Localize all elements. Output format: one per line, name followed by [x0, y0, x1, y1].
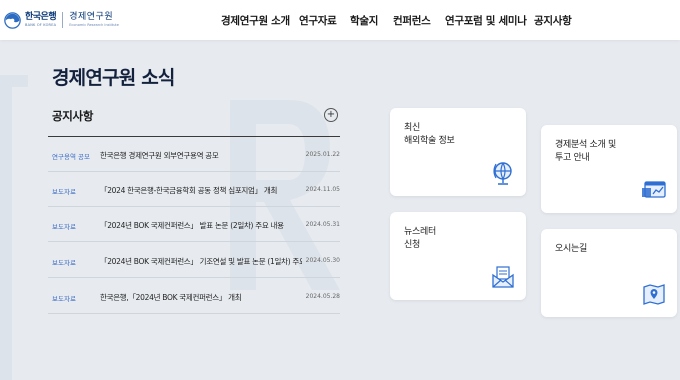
site-header: 한국은행 BANK OF KOREA 경제연구원 Economic Resear… [0, 0, 680, 40]
logo-divider [62, 12, 64, 28]
notice-category: 연구용역 공모 [52, 153, 90, 161]
notice-heading: 공지사항 [52, 109, 94, 123]
notice-more-button[interactable]: + [324, 108, 338, 122]
card-newsletter-subscribe[interactable]: 뉴스레터 신청 [390, 212, 526, 300]
notice-category: 보도자료 [52, 295, 76, 303]
notice-category: 보도자료 [52, 259, 76, 267]
notice-title[interactable]: 「2024년 BOK 국제컨퍼런스」 발표 논문 (2일차) 주요 내용 [100, 220, 302, 231]
notice-date: 2025.01.22 [305, 151, 340, 158]
notice-date: 2024.05.28 [305, 293, 340, 300]
notice-date: 2024.11.05 [305, 186, 340, 193]
card-economic-analysis-submission[interactable]: 경제분석 소개 및 투고 안내 [541, 125, 677, 213]
logo-bank-en: BANK OF KOREA [25, 22, 57, 27]
notice-date: 2024.05.30 [305, 257, 340, 264]
nav-item-journal[interactable]: 학술지 [350, 13, 378, 28]
notice-row[interactable]: 보도자료 「2024년 BOK 국제컨퍼런스」 발표 논문 (2일차) 주요 내… [48, 207, 340, 242]
nav-item-research[interactable]: 연구자료 [299, 13, 337, 28]
notice-title[interactable]: 한국은행,「2024년 BOK 국제컨퍼런스」 개최 [100, 292, 302, 303]
notice-row[interactable]: 보도자료 한국은행,「2024년 BOK 국제컨퍼런스」 개최 2024.05.… [48, 279, 340, 314]
notice-date: 2024.05.31 [305, 221, 340, 228]
page-title: 경제연구원 소식 [52, 67, 175, 89]
notice-category: 보도자료 [52, 188, 76, 196]
logo-institute-name: 경제연구원 [69, 11, 114, 22]
nav-item-about[interactable]: 경제연구원 소개 [221, 13, 290, 28]
card-label: 경제분석 소개 및 투고 안내 [555, 140, 616, 163]
logo[interactable]: 한국은행 BANK OF KOREA 경제연구원 Economic Resear… [4, 9, 119, 31]
card-label: 오시는길 [555, 244, 587, 254]
nav-item-forum-seminar[interactable]: 연구포럼 및 세미나 [445, 13, 527, 28]
notice-row[interactable]: 보도자료 「2024 한국은행-한국금융학회 공동 정책 심포지엄」 개최 20… [48, 172, 340, 207]
nav-item-notice[interactable]: 공지사항 [534, 13, 572, 28]
logo-bank-name: 한국은행 [25, 11, 57, 22]
chart-window-icon [642, 181, 666, 198]
nav-item-conference[interactable]: 컨퍼런스 [393, 13, 431, 28]
notice-row[interactable]: 보도자료 「2024년 BOK 국제컨퍼런스」 기조연설 및 발표 논문 (1일… [48, 243, 340, 278]
notice-title[interactable]: 「2024 한국은행-한국금융학회 공동 정책 심포지엄」 개최 [100, 185, 302, 196]
card-label: 최신 해외학술 정보 [404, 123, 455, 146]
logo-institute-en: Economic Research Institute [69, 22, 119, 27]
globe-icon [493, 162, 512, 185]
card-label: 뉴스레터 신청 [404, 227, 436, 250]
notice-row[interactable]: 연구용역 공모 한국은행 경제연구원 외부연구용역 공모 2025.01.22 [48, 137, 340, 172]
notice-title[interactable]: 한국은행 경제연구원 외부연구용역 공모 [100, 150, 302, 161]
map-icon [643, 284, 665, 305]
mail-icon [492, 266, 514, 288]
card-overseas-academic-info[interactable]: 최신 해외학술 정보 [390, 108, 526, 196]
card-directions[interactable]: 오시는길 [541, 229, 677, 317]
bank-emblem-icon [4, 11, 21, 29]
notice-category: 보도자료 [52, 223, 76, 231]
notice-title[interactable]: 「2024년 BOK 국제컨퍼런스」 기조연설 및 발표 논문 (1일차) 주요… [100, 256, 302, 267]
